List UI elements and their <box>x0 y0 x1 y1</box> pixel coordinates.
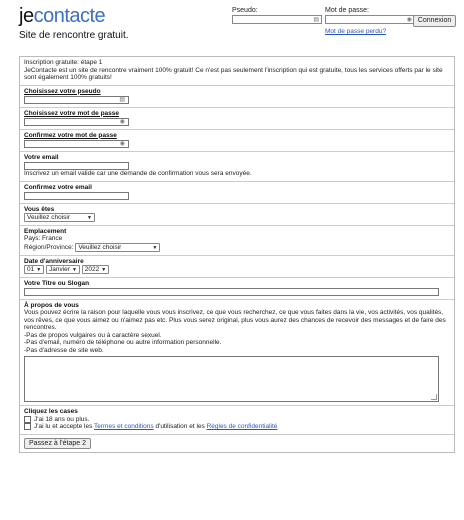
chevron-down-icon: ▼ <box>152 244 158 251</box>
password-label: Choisissez votre mot de passe <box>24 109 120 117</box>
slogan-label: Votre Titre ou Slogan <box>24 279 90 287</box>
password-eye-icon: ◉ <box>119 140 125 147</box>
password-confirm-input[interactable]: ◉ <box>24 139 129 148</box>
age-checkbox[interactable] <box>24 415 31 423</box>
chevron-down-icon: ▼ <box>87 214 92 221</box>
terms-checkbox[interactable] <box>24 423 31 431</box>
day-select[interactable]: 01 ▼ <box>24 264 45 274</box>
birthday-section: Date d'anniversaire 01 ▼ Janvier ▼ 2022 ▼ <box>20 256 454 278</box>
submit-section: Passez à l'étape 2 <box>20 435 454 452</box>
email-confirm-input[interactable] <box>24 191 129 200</box>
intro-text: JeContacte est un site de rencontre vrai… <box>24 66 443 82</box>
location-section: Emplacement Pays: France Région/Province… <box>20 226 454 256</box>
resize-grip-icon[interactable] <box>431 394 437 400</box>
gender-section: Vous êtes Veuillez choisir ▼ <box>20 204 454 226</box>
gender-select[interactable]: Veuillez choisir ▼ <box>24 212 95 222</box>
terms-prefix: J'ai lu et accepte les <box>34 423 95 431</box>
about-text: Vous pouvez écrire la raison pour laquel… <box>24 309 446 331</box>
login-password-input[interactable]: ◉ <box>325 15 415 24</box>
email-input[interactable] <box>24 162 129 170</box>
password-confirm-section: Confirmez votre mot de passe ◉ <box>20 130 454 152</box>
about-textarea[interactable] <box>24 356 439 402</box>
pseudo-section: Choisissez votre pseudo ▤ <box>20 86 454 108</box>
about-rule-3: -Pas d'adresse de site web. <box>24 346 104 354</box>
password-eye-icon: ◉ <box>119 118 125 125</box>
lost-password-link[interactable]: Mot de passe perdu? <box>325 28 386 35</box>
chevron-down-icon: ▼ <box>36 266 42 273</box>
registration-form: Inscription gratuite: étape 1 JeContacte… <box>19 56 455 453</box>
tagline: Site de rencontre gratuit. <box>19 30 129 41</box>
chevron-down-icon: ▼ <box>71 266 77 273</box>
password-section: Choisissez votre mot de passe ◉ <box>20 108 454 130</box>
about-label: À propos de vous <box>24 301 79 309</box>
age-text: J'ai 18 ans ou plus. <box>34 415 90 423</box>
checkbox-section: Cliquez les cases J'ai 18 ans ou plus. J… <box>20 406 454 435</box>
gender-select-value: Veuillez choisir <box>27 213 70 221</box>
pseudo-label: Choisissez votre pseudo <box>24 87 101 95</box>
login-pseudo-input[interactable]: ▤ <box>232 15 322 24</box>
slogan-section: Votre Titre ou Slogan <box>20 278 454 300</box>
intro-section: Inscription gratuite: étape 1 JeContacte… <box>20 57 454 86</box>
slogan-input[interactable] <box>24 287 439 296</box>
chevron-down-icon: ▼ <box>101 266 107 273</box>
pseudo-input[interactable]: ▤ <box>24 95 129 104</box>
email-label: Votre email <box>24 153 59 161</box>
terms-link[interactable]: Termes et conditions <box>94 423 154 430</box>
region-label: Région/Province: <box>24 243 74 251</box>
about-section: À propos de vous Vous pouvez écrire la r… <box>20 300 454 406</box>
email-section: Votre email Inscrivez un email valide ca… <box>20 152 454 182</box>
contact-card-icon: ▤ <box>313 17 319 23</box>
about-rule-1: -Pas de propos vulgaires ou à caractère … <box>24 331 162 339</box>
privacy-link[interactable]: Règles de confidentialité <box>207 423 278 430</box>
about-rule-2: -Pas d'email, numéro de téléphone ou aut… <box>24 339 222 346</box>
password-eye-icon: ◉ <box>406 17 412 23</box>
month-select[interactable]: Janvier ▼ <box>46 264 80 274</box>
month-select-value: Janvier <box>49 265 70 273</box>
region-select[interactable]: Veuillez choisir ▼ <box>75 242 161 252</box>
email-confirm-section: Confirmez votre email <box>20 182 454 204</box>
day-select-value: 01 <box>27 265 35 273</box>
terms-mid: d'utilisation et les <box>153 423 207 431</box>
region-select-value: Veuillez choisir <box>78 243 122 251</box>
year-select[interactable]: 2022 ▼ <box>81 264 110 274</box>
email-confirm-label: Confirmez votre email <box>24 183 92 191</box>
contact-card-icon: ▤ <box>119 96 125 103</box>
connect-button[interactable]: Connexion <box>413 15 456 27</box>
site-logo[interactable]: jecontacte <box>19 5 106 27</box>
password-confirm-label: Confirmez votre mot de passe <box>24 131 117 139</box>
password-label: Mot de passe: <box>325 7 369 14</box>
logo-je: je <box>19 5 34 27</box>
birthday-label: Date d'anniversaire <box>24 257 84 265</box>
country-text: Pays: France <box>24 235 63 242</box>
intro-title: Inscription gratuite: étape 1 <box>24 59 103 66</box>
logo-contacte: contacte <box>33 5 106 27</box>
year-select-value: 2022 <box>84 265 100 273</box>
next-step-button[interactable]: Passez à l'étape 2 <box>24 437 91 449</box>
password-input[interactable]: ◉ <box>24 117 129 126</box>
location-label: Emplacement <box>24 227 67 235</box>
email-hint: Inscrivez un email valide car une demand… <box>24 170 252 177</box>
gender-label: Vous êtes <box>24 205 55 213</box>
checkbox-label: Cliquez les cases <box>24 408 78 415</box>
pseudo-label: Pseudo: <box>232 7 258 14</box>
